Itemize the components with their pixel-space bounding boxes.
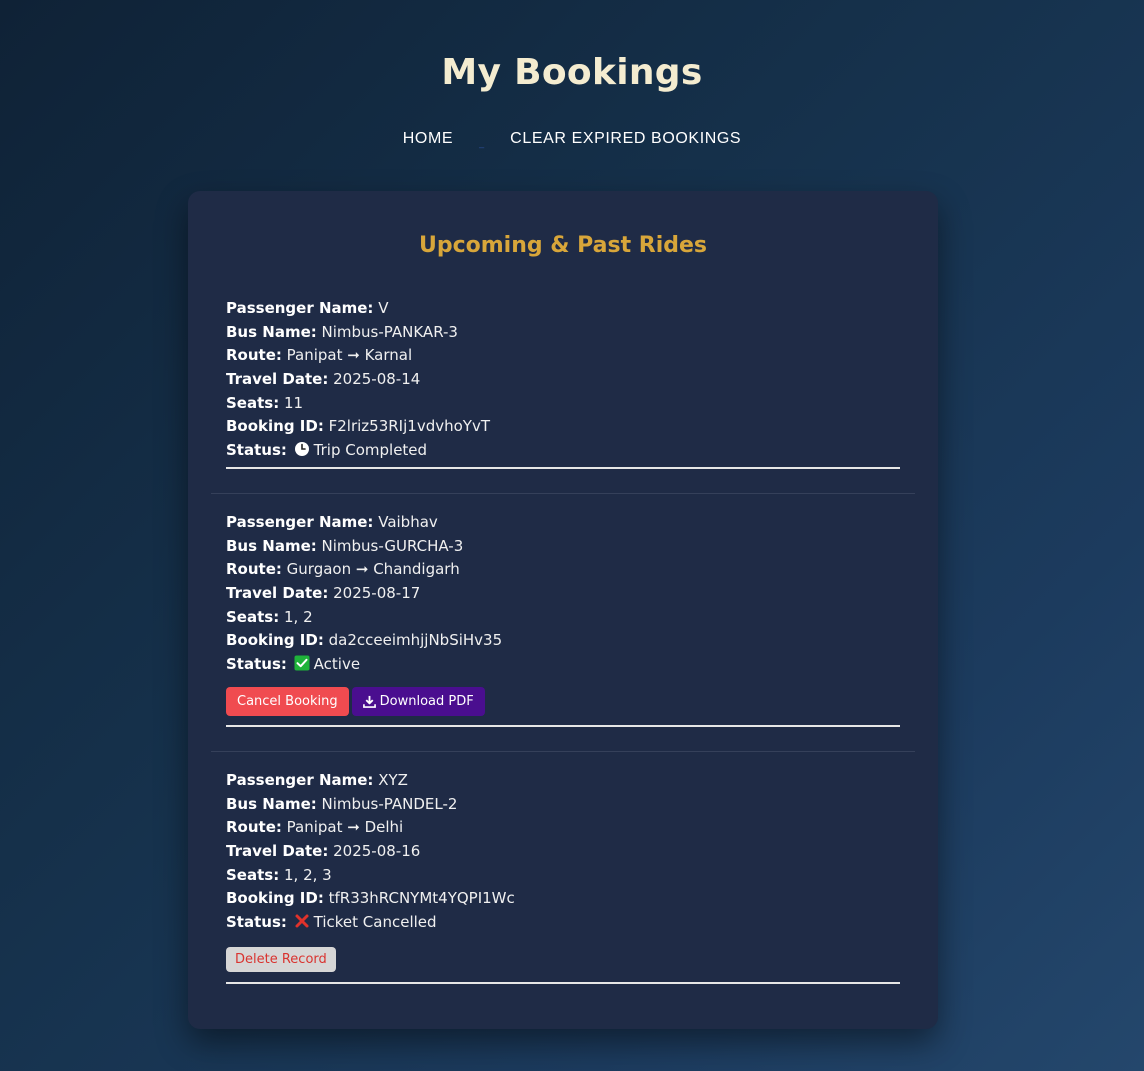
status-label: Status: — [226, 441, 287, 460]
top-nav: HOME _ CLEAR EXPIRED BOOKINGS — [0, 130, 1144, 149]
seats-label: Seats: — [226, 607, 280, 626]
booking-id-row: Booking ID: da2cceeimhjjNbSiHv35 — [226, 629, 900, 653]
booking-item: Passenger Name: XYZ Bus Name: Nimbus-PAN… — [211, 769, 915, 984]
card-heading: Upcoming & Past Rides — [418, 233, 708, 258]
date-label: Travel Date: — [226, 584, 329, 603]
route-value: Panipat ➞ Delhi — [286, 818, 404, 837]
booking-id-label: Booking ID: — [226, 417, 324, 436]
download-pdf-button[interactable]: Download PDF — [351, 686, 485, 716]
status-label: Status: — [226, 655, 287, 674]
date-row: Travel Date: 2025-08-17 — [226, 582, 900, 606]
date-label: Travel Date: — [226, 842, 329, 861]
booking-id-label: Booking ID: — [226, 631, 324, 650]
route-row: Route: Gurgaon ➞ Chandigarh — [226, 558, 900, 582]
bus-value: Nimbus-PANKAR-3 — [321, 322, 458, 341]
booking-id-value: F2lriz53RIj1vdvhoYvT — [328, 417, 490, 436]
seats-row: Seats: 1, 2, 3 — [226, 864, 900, 888]
passenger-value: V — [378, 299, 389, 317]
date-value: 2025-08-17 — [333, 584, 421, 603]
booking-id-label: Booking ID: — [226, 889, 324, 908]
passenger-label: Passenger Name: — [226, 513, 374, 531]
passenger-value: Vaibhav — [378, 513, 438, 531]
seats-value: 1, 2, 3 — [283, 865, 332, 884]
status-row: Status: Trip Completed — [226, 439, 900, 463]
booking-id-row: Booking ID: F2lriz53RIj1vdvhoYvT — [226, 415, 900, 439]
seats-label: Seats: — [226, 865, 280, 884]
date-value: 2025-08-14 — [333, 370, 421, 389]
clock-icon — [294, 442, 309, 457]
seats-row: Seats: 1, 2 — [226, 606, 900, 630]
route-row: Route: Panipat ➞ Karnal — [226, 344, 900, 368]
status-value: Trip Completed — [313, 441, 428, 460]
booking-underline — [226, 724, 900, 727]
page-title: My Bookings — [441, 52, 703, 93]
status-value: Ticket Cancelled — [313, 913, 437, 932]
booking-actions: Cancel Booking Download PDF — [226, 686, 900, 716]
booking-item: Passenger Name: Vaibhav Bus Name: Nimbus… — [211, 511, 915, 727]
booking-id-row: Booking ID: tfR33hRCNYMt4YQPI1Wc — [226, 887, 900, 911]
bus-label: Bus Name: — [226, 322, 317, 341]
bus-row: Bus Name: Nimbus-PANDEL-2 — [226, 793, 900, 817]
nav-home-link[interactable]: HOME — [403, 130, 453, 148]
date-row: Travel Date: 2025-08-16 — [226, 840, 900, 864]
status-row: Status: Active — [226, 653, 900, 677]
seats-value: 11 — [283, 393, 304, 412]
bookings-card: Upcoming & Past Rides Passenger Name: V … — [188, 191, 938, 1029]
cross-icon — [295, 914, 309, 928]
status-value: Active — [313, 655, 361, 674]
booking-underline — [226, 981, 900, 984]
date-label: Travel Date: — [226, 370, 329, 389]
booking-item: Passenger Name: V Bus Name: Nimbus-PANKA… — [211, 297, 915, 469]
download-icon — [362, 695, 376, 708]
booking-id-value: tfR33hRCNYMt4YQPI1Wc — [328, 889, 515, 908]
nav-separator: _ — [479, 137, 485, 149]
status-row: Status: Ticket Cancelled — [226, 911, 900, 935]
passenger-label: Passenger Name: — [226, 299, 374, 317]
route-value: Panipat ➞ Karnal — [286, 346, 413, 365]
passenger-row: Passenger Name: XYZ — [226, 769, 900, 793]
date-row: Travel Date: 2025-08-14 — [226, 368, 900, 392]
seats-row: Seats: 11 — [226, 392, 900, 416]
download-pdf-label: Download PDF — [379, 693, 474, 709]
passenger-value: XYZ — [378, 771, 408, 789]
bus-value: Nimbus-GURCHA-3 — [321, 536, 464, 555]
seats-label: Seats: — [226, 393, 280, 412]
booking-id-value: da2cceeimhjjNbSiHv35 — [328, 631, 503, 650]
cancel-booking-button[interactable]: Cancel Booking — [226, 686, 349, 716]
bus-row: Bus Name: Nimbus-PANKAR-3 — [226, 321, 900, 345]
passenger-row: Passenger Name: Vaibhav — [226, 511, 900, 535]
route-label: Route: — [226, 560, 282, 579]
date-value: 2025-08-16 — [333, 842, 421, 861]
booking-divider — [211, 493, 915, 494]
passenger-row: Passenger Name: V — [226, 297, 900, 321]
booking-actions: Delete Record — [226, 946, 900, 972]
delete-record-button[interactable]: Delete Record — [226, 946, 336, 972]
route-label: Route: — [226, 346, 282, 365]
bus-label: Bus Name: — [226, 536, 317, 555]
route-row: Route: Panipat ➞ Delhi — [226, 816, 900, 840]
booking-underline — [226, 466, 900, 469]
bus-row: Bus Name: Nimbus-GURCHA-3 — [226, 535, 900, 559]
route-label: Route: — [226, 818, 282, 837]
check-icon — [294, 655, 310, 671]
seats-value: 1, 2 — [283, 607, 313, 626]
bus-value: Nimbus-PANDEL-2 — [321, 794, 458, 813]
bus-label: Bus Name: — [226, 794, 317, 813]
nav-clear-expired-link[interactable]: CLEAR EXPIRED BOOKINGS — [510, 130, 741, 148]
status-label: Status: — [226, 913, 287, 932]
passenger-label: Passenger Name: — [226, 771, 374, 789]
route-value: Gurgaon ➞ Chandigarh — [286, 560, 460, 579]
booking-divider — [211, 751, 915, 752]
